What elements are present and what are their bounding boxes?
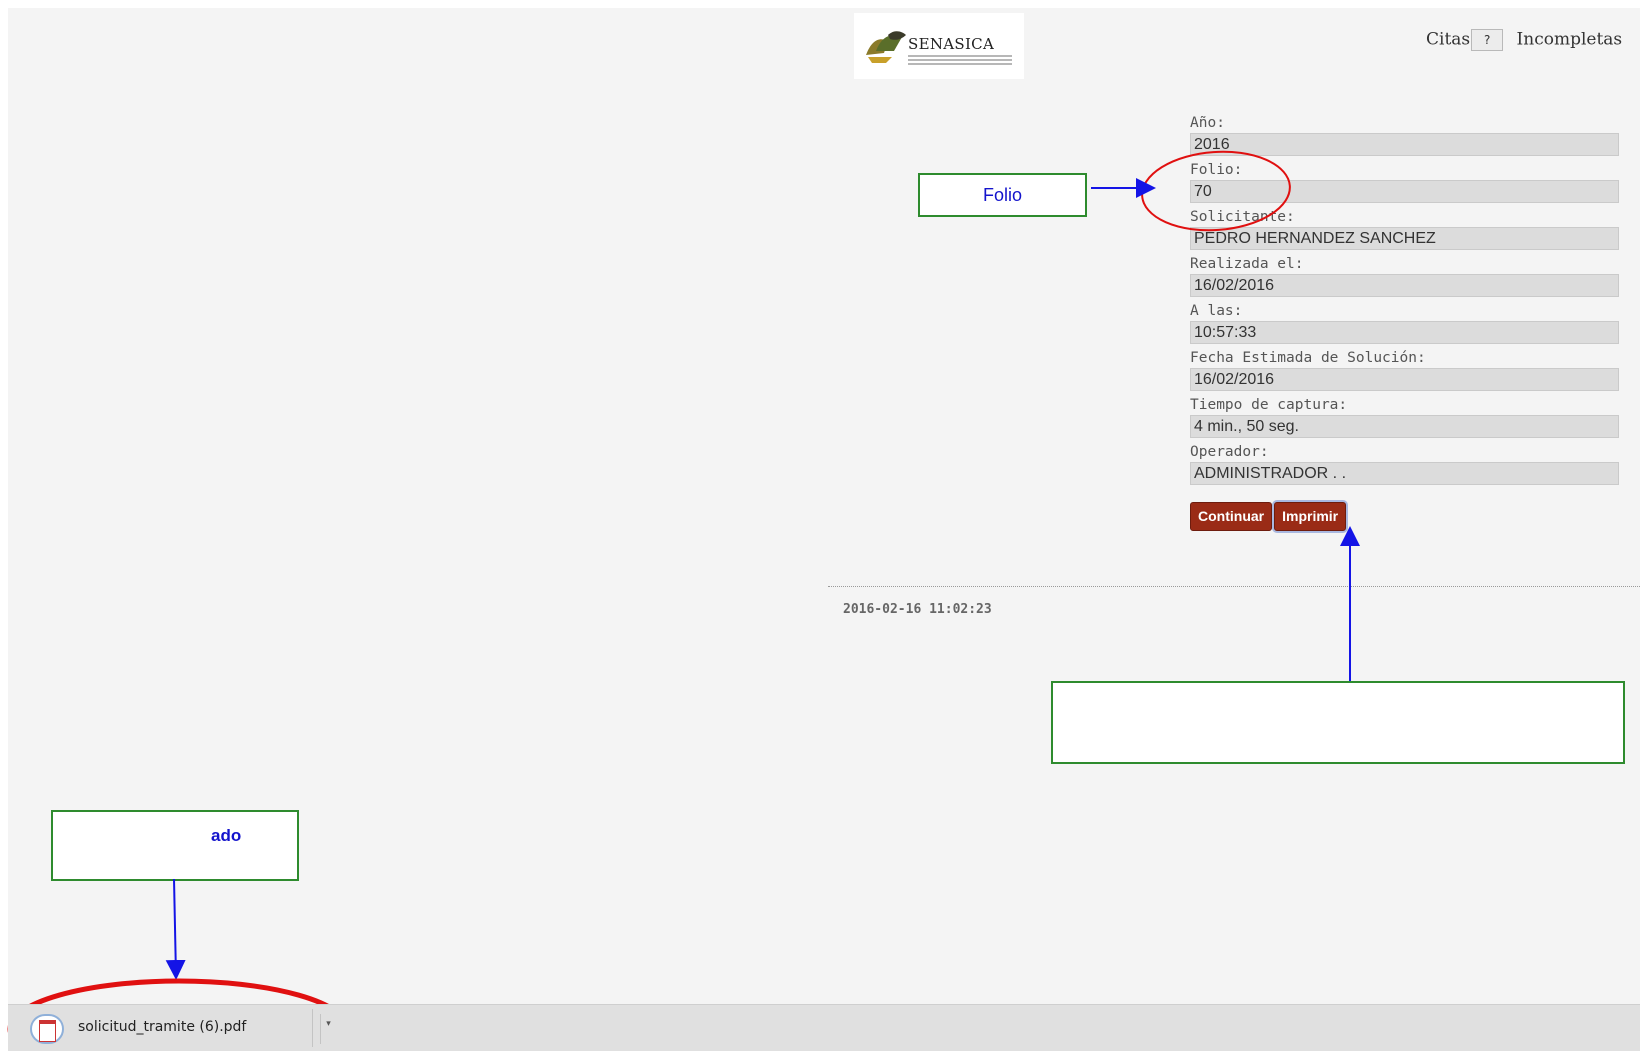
logo-text: SENASICA — [908, 35, 995, 53]
download-file-name: solicitud_tramite (6).pdf — [78, 1019, 247, 1035]
field-label-realizada: Realizada el: — [1190, 256, 1304, 272]
senasica-logo[interactable]: SENASICA — [854, 13, 1024, 79]
pdf-file-icon — [30, 1014, 64, 1044]
field-label-operador: Operador: — [1190, 444, 1269, 460]
action-buttons: Continuar Imprimir — [1190, 502, 1348, 531]
callout-download: ado — [51, 810, 299, 881]
field-label-anio: Año: — [1190, 115, 1225, 131]
field-label-folio: Folio: — [1190, 162, 1243, 178]
field-value-realizada: 16/02/2016 — [1190, 274, 1619, 297]
nav-citas[interactable]: Citas — [1426, 30, 1470, 50]
callout-folio: Folio — [918, 173, 1087, 217]
request-summary-form: Año: 2016 Folio: 70 Solicitante: PEDRO H… — [1190, 113, 1620, 485]
chevron-down-icon[interactable]: ▾ — [320, 1014, 336, 1044]
field-value-tiempo: 4 min., 50 seg. — [1190, 415, 1619, 438]
callout-download-text: ado — [211, 826, 242, 845]
field-value-anio: 2016 — [1190, 133, 1619, 156]
continuar-button[interactable]: Continuar — [1190, 502, 1273, 531]
nav-incompletas[interactable]: Incompletas — [1517, 30, 1623, 50]
field-label-hora: A las: — [1190, 303, 1243, 319]
citas-help-badge[interactable]: ? — [1471, 29, 1504, 51]
download-item[interactable]: solicitud_tramite (6).pdf — [22, 1009, 313, 1047]
logo-mark-icon — [866, 31, 906, 63]
field-label-fecha-estimada: Fecha Estimada de Solución: — [1190, 350, 1426, 366]
top-nav: Citas? Incompletas — [1426, 29, 1622, 51]
download-bar: solicitud_tramite (6).pdf ▾ — [8, 1004, 1640, 1051]
callout-print — [1051, 681, 1625, 764]
field-label-solicitante: Solicitante: — [1190, 209, 1295, 225]
field-value-folio: 70 — [1190, 180, 1619, 203]
footer-divider — [828, 586, 1640, 587]
field-value-operador: ADMINISTRADOR . . — [1190, 462, 1619, 485]
field-value-solicitante: PEDRO HERNANDEZ SANCHEZ — [1190, 227, 1619, 250]
field-value-fecha-estimada: 16/02/2016 — [1190, 368, 1619, 391]
logo-subtitle-lines — [908, 55, 1012, 65]
field-label-tiempo: Tiempo de captura: — [1190, 397, 1348, 413]
footer-timestamp: 2016-02-16 11:02:23 — [843, 602, 992, 617]
field-value-hora: 10:57:33 — [1190, 321, 1619, 344]
imprimir-button[interactable]: Imprimir — [1274, 502, 1347, 531]
